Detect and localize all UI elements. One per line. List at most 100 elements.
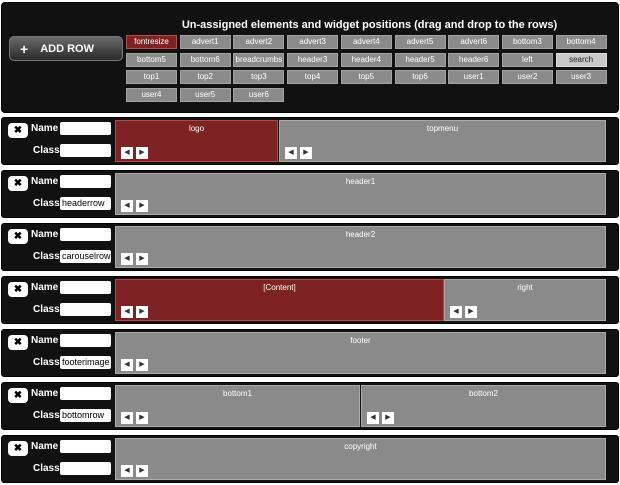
shrink-left-icon[interactable]: ◀ (121, 412, 133, 424)
add-row-label: ADD ROW (40, 42, 94, 55)
row-name-input[interactable] (60, 281, 111, 294)
chip-advert4[interactable]: advert4 (340, 35, 392, 49)
remove-row-icon[interactable]: ✖ (8, 229, 28, 244)
layout-row-6: ✖ Name Class bottomrow bottom1 ◀ ▶ bottom2 ◀ ▶ (1, 382, 619, 430)
layout-row-3: ✖ Name Class carouselrow header2 ◀ ▶ (1, 223, 619, 271)
chip-top3[interactable]: top3 (233, 70, 285, 84)
chip-top4[interactable]: top4 (287, 70, 339, 84)
row-class-input[interactable] (60, 303, 111, 316)
panel-title: Un-assigned elements and widget position… (181, 19, 558, 31)
chip-search[interactable]: search (555, 52, 607, 67)
row-name-input[interactable] (60, 387, 111, 400)
position-footer[interactable]: footer ◀ ▶ (115, 332, 606, 374)
chip-left[interactable]: left (501, 52, 553, 67)
shrink-left-icon[interactable]: ◀ (285, 147, 297, 159)
shrink-left-icon[interactable]: ◀ (450, 306, 462, 318)
remove-row-icon[interactable]: ✖ (8, 282, 28, 297)
layout-row-2: ✖ Name Class headerrow header1 ◀ ▶ (1, 170, 619, 218)
chip-advert1[interactable]: advert1 (179, 35, 231, 49)
position-header1[interactable]: header1 ◀ ▶ (115, 173, 606, 215)
position-bottom2[interactable]: bottom2 ◀ ▶ (361, 385, 606, 427)
chip-user5[interactable]: user5 (179, 87, 231, 102)
add-row-button[interactable]: + ADD ROW (9, 36, 123, 61)
class-label: Class (33, 251, 60, 262)
row-class-input[interactable] (60, 144, 111, 157)
chip-breadcrumbs[interactable]: breadcrumbs (233, 52, 285, 67)
shrink-left-icon[interactable]: ◀ (121, 253, 133, 265)
row-name-input[interactable] (60, 122, 111, 135)
remove-row-icon[interactable]: ✖ (8, 335, 28, 350)
chip-advert5[interactable]: advert5 (394, 35, 446, 49)
chip-top1[interactable]: top1 (126, 70, 177, 84)
chip-top5[interactable]: top5 (340, 70, 392, 84)
expand-right-icon[interactable]: ▶ (136, 306, 148, 318)
shrink-left-icon[interactable]: ◀ (367, 412, 379, 424)
row-name-input[interactable] (60, 228, 111, 241)
chip-top2[interactable]: top2 (179, 70, 231, 84)
row-class-input[interactable]: footerimage (60, 356, 111, 369)
chip-bottom3[interactable]: bottom3 (501, 35, 553, 49)
shrink-left-icon[interactable]: ◀ (121, 306, 133, 318)
row-class-input[interactable]: bottomrow (60, 409, 111, 422)
row-class-input[interactable]: headerrow (60, 197, 111, 210)
chip-header6[interactable]: header6 (448, 52, 500, 67)
row-name-input[interactable] (60, 334, 111, 347)
layout-row-7: ✖ Name Class copyright ◀ ▶ (1, 435, 619, 483)
row-name-input[interactable] (60, 440, 111, 453)
position-label: logo (188, 124, 205, 133)
chip-user2[interactable]: user2 (501, 70, 553, 84)
position-label: right (517, 283, 533, 292)
expand-right-icon[interactable]: ▶ (136, 147, 148, 159)
position-right[interactable]: right ◀ ▶ (444, 279, 606, 321)
chip-bottom6[interactable]: bottom6 (179, 52, 231, 67)
position-copyright[interactable]: copyright ◀ ▶ (115, 438, 606, 480)
class-label: Class (33, 357, 60, 368)
chip-user4[interactable]: user4 (126, 87, 177, 102)
position-logo[interactable]: logo ◀ ▶ (115, 120, 278, 162)
remove-row-icon[interactable]: ✖ (8, 123, 28, 138)
row-class-input[interactable] (60, 462, 111, 475)
chip-header4[interactable]: header4 (340, 52, 392, 67)
row-class-input[interactable]: carouselrow (60, 250, 111, 263)
chip-bottom4[interactable]: bottom4 (555, 35, 607, 49)
position-topmenu[interactable]: topmenu ◀ ▶ (279, 120, 606, 162)
remove-row-icon[interactable]: ✖ (8, 441, 28, 456)
position-label: header1 (345, 177, 376, 186)
chip-advert3[interactable]: advert3 (287, 35, 339, 49)
layout-row-5: ✖ Name Class footerimage footer ◀ ▶ (1, 329, 619, 377)
expand-right-icon[interactable]: ▶ (136, 253, 148, 265)
shrink-left-icon[interactable]: ◀ (121, 465, 133, 477)
expand-right-icon[interactable]: ▶ (300, 147, 312, 159)
expand-right-icon[interactable]: ▶ (136, 359, 148, 371)
name-label: Name (31, 388, 59, 399)
expand-right-icon[interactable]: ▶ (136, 200, 148, 212)
chip-top6[interactable]: top6 (394, 70, 446, 84)
expand-right-icon[interactable]: ▶ (136, 412, 148, 424)
chip-bottom5[interactable]: bottom5 (126, 52, 177, 67)
position-content[interactable]: [Content] ◀ ▶ (115, 279, 444, 321)
expand-right-icon[interactable]: ▶ (136, 465, 148, 477)
row-name-input[interactable] (60, 175, 111, 188)
position-header2[interactable]: header2 ◀ ▶ (115, 226, 606, 268)
chip-user3[interactable]: user3 (555, 70, 607, 84)
shrink-left-icon[interactable]: ◀ (121, 147, 133, 159)
chip-advert2[interactable]: advert2 (233, 35, 285, 49)
chip-header5[interactable]: header5 (394, 52, 446, 67)
expand-right-icon[interactable]: ▶ (382, 412, 394, 424)
chip-user6[interactable]: user6 (233, 87, 285, 102)
shrink-left-icon[interactable]: ◀ (121, 200, 133, 212)
chip-user1[interactable]: user1 (448, 70, 500, 84)
class-label: Class (33, 410, 60, 421)
position-label: bottom1 (223, 389, 252, 398)
chip-fontresize[interactable]: fontresize (126, 35, 177, 49)
name-label: Name (31, 282, 59, 293)
position-label: copyright (344, 442, 377, 451)
class-label: Class (33, 304, 60, 315)
remove-row-icon[interactable]: ✖ (8, 176, 28, 191)
shrink-left-icon[interactable]: ◀ (121, 359, 133, 371)
expand-right-icon[interactable]: ▶ (465, 306, 477, 318)
chip-advert6[interactable]: advert6 (448, 35, 500, 49)
chip-header3[interactable]: header3 (287, 52, 339, 67)
remove-row-icon[interactable]: ✖ (8, 388, 28, 403)
position-bottom1[interactable]: bottom1 ◀ ▶ (115, 385, 360, 427)
